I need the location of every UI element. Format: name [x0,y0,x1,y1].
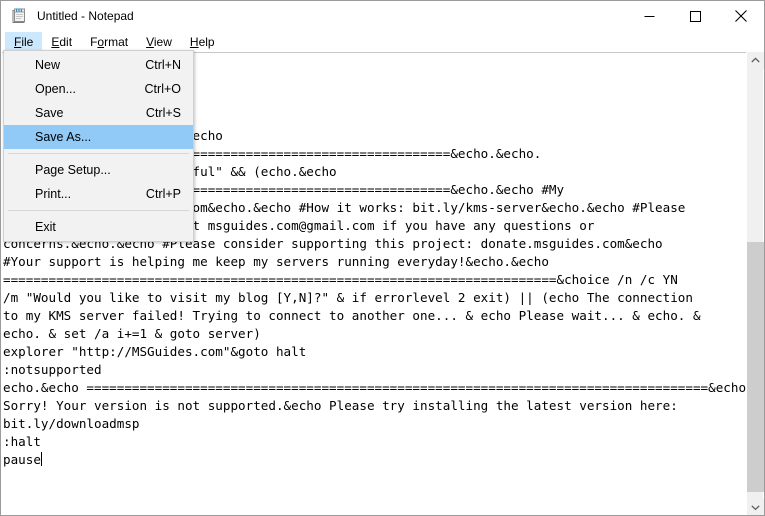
menu-format[interactable]: Format [81,32,137,52]
menu-help-rest: elp [198,34,215,49]
menu-item-save-as[interactable]: Save As... [4,125,193,149]
menu-item-save-as-label: Save As... [35,130,92,144]
menu-item-new-label: New [35,58,61,72]
menu-help[interactable]: Help [181,32,224,52]
vertical-scrollbar[interactable] [746,52,764,515]
notepad-window: Untitled - Notepad File Edit Format View… [0,0,765,516]
menu-file-rest: ile [21,34,34,49]
close-button[interactable] [718,1,764,31]
menu-item-open-accel: Ctrl+O [144,82,181,96]
menu-item-print-label: Print... [35,187,72,201]
title-bar[interactable]: Untitled - Notepad [1,1,764,31]
scroll-down-button[interactable] [747,499,764,515]
menu-item-open[interactable]: Open... Ctrl+O [4,77,193,101]
menu-bar: File Edit Format View Help [1,31,764,52]
menu-separator-2 [8,210,189,211]
menu-item-save-accel: Ctrl+S [145,106,181,120]
menu-item-print-accel: Ctrl+P [145,187,181,201]
menu-item-new[interactable]: New Ctrl+N [4,53,193,77]
menu-file[interactable]: File [5,31,43,52]
menu-view-rest: iew [153,34,172,49]
menu-item-page-setup-label: Page Setup... [35,163,111,177]
menu-help-accel: H [189,34,199,49]
menu-item-page-setup[interactable]: Page Setup... [4,158,193,182]
scrollbar-thumb[interactable] [747,242,764,492]
menu-edit-rest: dit [59,34,73,49]
menu-item-exit-label: Exit [35,220,56,234]
menu-format-rest: rmat [104,34,129,49]
menu-item-save-label: Save [35,106,64,120]
minimize-button[interactable] [626,1,672,31]
maximize-button[interactable] [672,1,718,31]
menu-item-exit[interactable]: Exit [4,215,193,239]
menu-separator-1 [8,153,189,154]
window-title: Untitled - Notepad [37,9,134,23]
menu-edit[interactable]: Edit [42,32,81,52]
scroll-up-button[interactable] [747,52,764,69]
notepad-icon [11,8,27,24]
menu-item-new-accel: Ctrl+N [145,58,181,72]
file-dropdown-menu[interactable]: New Ctrl+N Open... Ctrl+O Save Ctrl+S Sa… [3,50,194,242]
menu-item-save[interactable]: Save Ctrl+S [4,101,193,125]
menu-item-print[interactable]: Print... Ctrl+P [4,182,193,206]
text-caret [40,452,42,466]
menu-view-accel: V [146,34,154,49]
menu-item-open-label: Open... [35,82,76,96]
menu-view[interactable]: View [137,32,181,52]
window-controls [626,1,764,31]
